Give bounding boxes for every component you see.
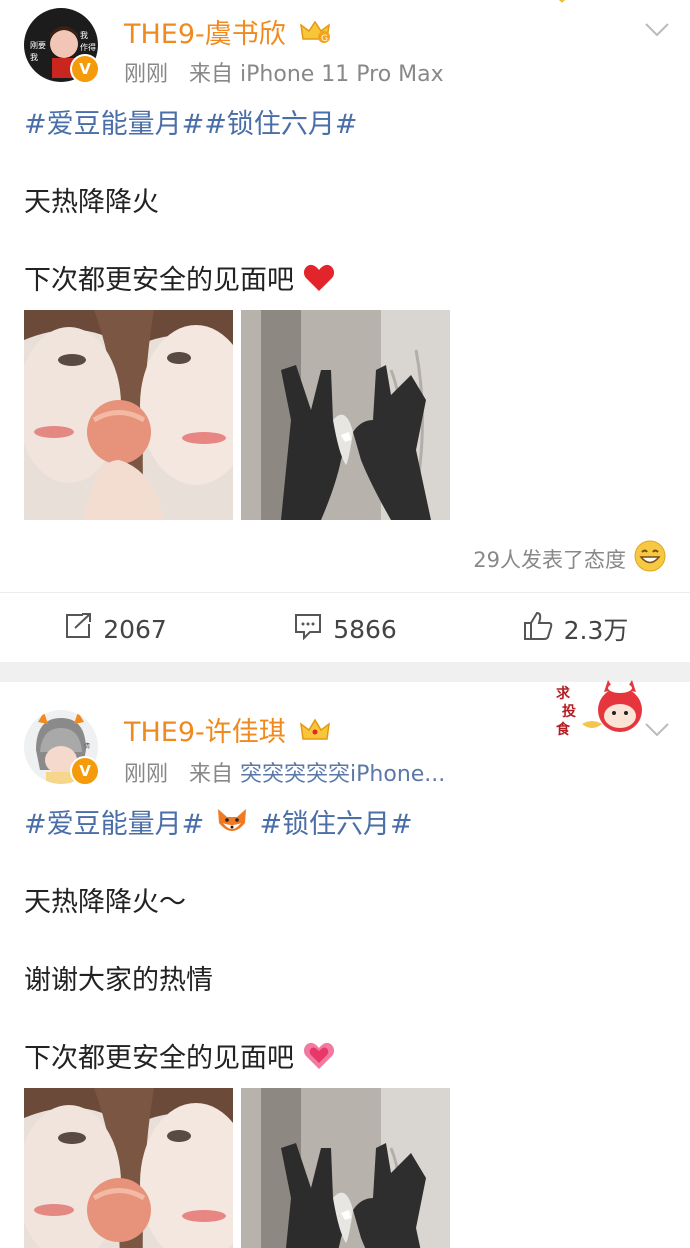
svg-text:G: G bbox=[321, 34, 328, 44]
post-time: 刚刚 bbox=[124, 62, 169, 87]
sticker-corner bbox=[540, 0, 584, 10]
avatar[interactable]: 倩 V bbox=[24, 710, 100, 786]
chevron-down-icon[interactable] bbox=[642, 714, 672, 744]
verified-badge-icon: V bbox=[70, 756, 100, 786]
username-text[interactable]: THE9-许佳琪 bbox=[124, 717, 286, 748]
post-line-1: 天热降降火～ bbox=[24, 887, 186, 918]
username[interactable]: THE9-许佳琪 bbox=[124, 710, 331, 750]
post-meta: 刚刚 来自 突突突突突iPhone... bbox=[124, 756, 445, 788]
comment-button[interactable]: 5866 bbox=[230, 593, 460, 665]
post-line-2-text: 下次都更安全的见面吧 bbox=[24, 265, 294, 296]
sparkling-heart-icon bbox=[303, 1041, 335, 1078]
post-line-2: 下次都更安全的见面吧 bbox=[24, 258, 335, 300]
feed-me-sticker: 求 投 食 bbox=[552, 680, 644, 740]
like-button[interactable]: 2.3万 bbox=[460, 593, 690, 665]
repost-button[interactable]: 2067 bbox=[0, 593, 230, 665]
post-line-2: 谢谢大家的热情 bbox=[24, 965, 213, 996]
hashtag-1[interactable]: #爱豆能量月# bbox=[24, 809, 204, 840]
comment-icon bbox=[293, 612, 323, 646]
weibo-post-1: 刚要 我 我 作得 V THE9-虞书欣 G 刚刚 来自 iPhone 11 P… bbox=[0, 0, 690, 660]
reactions-text[interactable]: 29人发表了态度 bbox=[473, 544, 626, 574]
action-bar: 2067 5866 2.3万 bbox=[0, 592, 690, 665]
post-source[interactable]: iPhone 11 Pro Max bbox=[240, 62, 444, 87]
reactions[interactable]: 29人发表了态度 bbox=[473, 540, 666, 577]
thumbs-up-icon bbox=[522, 611, 554, 647]
username[interactable]: THE9-虞书欣 G bbox=[124, 12, 331, 52]
post-separator bbox=[0, 662, 690, 682]
post-line-3-text: 下次都更安全的见面吧 bbox=[24, 1043, 294, 1074]
svg-text:作得: 作得 bbox=[80, 42, 96, 52]
hashtag-line: #爱豆能量月# #锁住六月# bbox=[24, 802, 413, 844]
weibo-post-2: 倩 V THE9-许佳琪 刚刚 来自 突突突突突iPhone... 求 投 食 bbox=[0, 680, 690, 1248]
comment-count: 5866 bbox=[333, 614, 397, 644]
post-image-2[interactable] bbox=[241, 1088, 450, 1248]
repost-count: 2067 bbox=[103, 614, 167, 644]
sticker-char-3: 食 bbox=[556, 721, 571, 738]
grin-emoji-icon bbox=[634, 540, 666, 577]
fox-emoji-icon bbox=[215, 807, 249, 844]
hashtag-2[interactable]: #锁住六月# bbox=[259, 809, 412, 840]
post-source[interactable]: 突突突突突iPhone... bbox=[240, 762, 445, 787]
post-meta: 刚刚 来自 iPhone 11 Pro Max bbox=[124, 56, 444, 88]
repost-icon bbox=[63, 612, 93, 646]
verified-badge-icon: V bbox=[70, 54, 100, 84]
source-prefix: 来自 bbox=[189, 62, 234, 87]
chevron-down-icon[interactable] bbox=[642, 14, 672, 44]
svg-text:倩: 倩 bbox=[84, 742, 90, 750]
crown-icon bbox=[300, 717, 331, 750]
crown-icon: G bbox=[300, 19, 331, 52]
post-line-1: 天热降降火 bbox=[24, 187, 159, 218]
heart-icon bbox=[303, 263, 335, 300]
svg-text:我: 我 bbox=[30, 52, 38, 62]
like-count: 2.3万 bbox=[563, 616, 629, 645]
avatar[interactable]: 刚要 我 我 作得 V bbox=[24, 8, 100, 84]
post-time: 刚刚 bbox=[124, 762, 169, 787]
hashtags[interactable]: #爱豆能量月##锁住六月# bbox=[24, 102, 358, 141]
username-text[interactable]: THE9-虞书欣 bbox=[124, 19, 286, 50]
post-line-3: 下次都更安全的见面吧 bbox=[24, 1036, 335, 1078]
svg-text:我: 我 bbox=[80, 30, 88, 40]
post-image-1[interactable] bbox=[24, 310, 233, 520]
post-image-1[interactable] bbox=[24, 1088, 233, 1248]
svg-text:刚要: 刚要 bbox=[30, 41, 46, 50]
sticker-char-2: 投 bbox=[562, 704, 576, 720]
post-image-2[interactable] bbox=[241, 310, 450, 520]
sticker-char-1: 求 bbox=[556, 685, 571, 702]
source-prefix: 来自 bbox=[189, 762, 234, 787]
